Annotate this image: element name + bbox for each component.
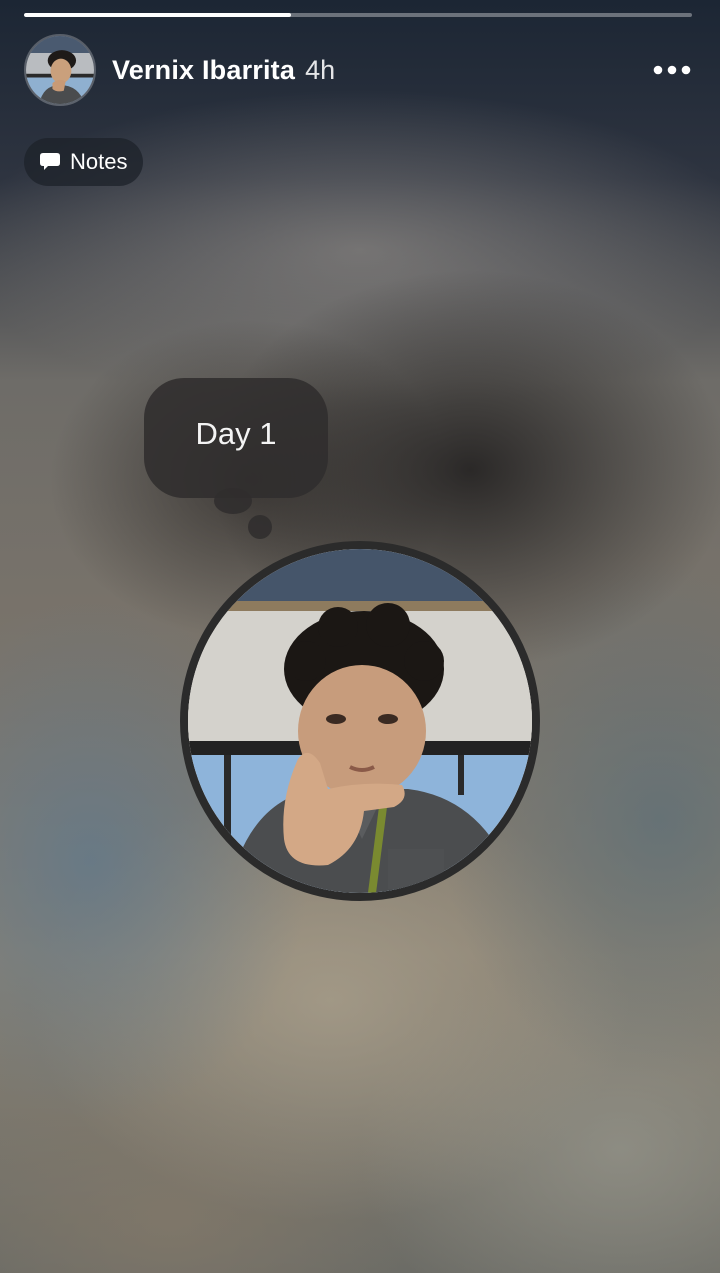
profile-photo [180,541,540,901]
thought-bubble-tail [214,488,252,514]
more-horizontal-icon [653,65,691,75]
speech-bubble-icon [40,153,60,170]
profile-photo-image [188,549,532,893]
note-text: Day 1 [195,416,277,451]
avatar-photo [26,36,94,104]
story-progress-fill [24,13,292,17]
author-name[interactable]: Vernix Ibarrita [112,55,295,86]
notes-chip[interactable]: Notes [24,138,144,186]
notes-chip-label: Notes [70,149,128,174]
thought-bubble-dot [248,515,272,539]
story-header: Vernix Ibarrita 4h [24,34,696,106]
story-progress-bar [24,13,692,17]
more-options-button[interactable] [648,46,696,94]
post-timestamp: 4h [305,54,336,85]
author-avatar[interactable] [24,34,96,106]
note-thought-bubble: Day 1 [144,378,328,498]
